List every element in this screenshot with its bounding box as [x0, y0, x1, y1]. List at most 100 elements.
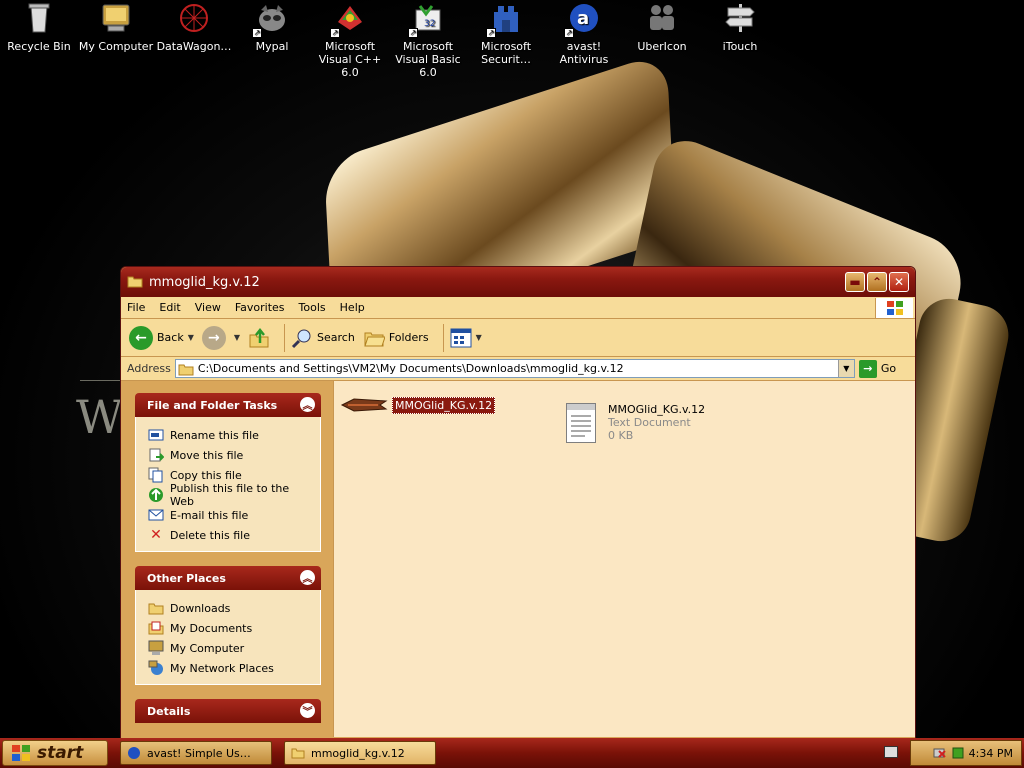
views-icon	[450, 328, 472, 347]
menu-file[interactable]: File	[127, 301, 145, 314]
chevron-down-icon[interactable]: ▼	[476, 333, 482, 342]
file-item-text-document[interactable]: MMOGlid_KG.v.12 Text Document 0 KB	[566, 403, 705, 443]
chevron-down-icon: ▼	[843, 364, 850, 373]
visual-basic-icon: 32 ↗	[408, 2, 444, 38]
go-arrow-icon: →	[858, 359, 877, 378]
start-button[interactable]: start	[2, 740, 108, 766]
taskbar-item-explorer[interactable]: mmoglid_kg.v.12	[284, 741, 436, 765]
text-document-icon	[566, 403, 596, 443]
search-icon	[291, 329, 311, 348]
folder-icon	[178, 364, 194, 375]
desktop-icon-mypal[interactable]: ↗ Mypal	[233, 2, 311, 53]
search-button[interactable]: Search	[291, 327, 355, 349]
my-computer-icon	[100, 2, 132, 34]
expand-chevron-icon[interactable]: ︾	[300, 703, 315, 718]
task-pane: File and Folder Tasks ︽ Rename this file…	[121, 381, 333, 737]
close-button[interactable]: ✕	[889, 272, 909, 292]
place-my-documents[interactable]: My Documents	[148, 618, 310, 638]
minimize-button[interactable]: ▬	[845, 272, 865, 292]
file-name: MMOGlid_KG.v.12	[608, 403, 706, 416]
desktop-icon-label: avast! Antivirus	[559, 40, 609, 66]
desktop-icon-label: Microsoft Visual C++ 6.0	[318, 40, 382, 79]
visual-cpp-icon: ↗	[330, 2, 366, 38]
desktop-icon-avast[interactable]: a ↗ avast! Antivirus	[545, 2, 623, 66]
back-button[interactable]: ← Back ▼	[129, 325, 194, 350]
desktop-icon-ms-security[interactable]: ↗ Microsoft Securit…	[467, 2, 545, 66]
menu-favorites[interactable]: Favorites	[235, 301, 285, 314]
desktop-icon-my-computer[interactable]: My Computer	[77, 2, 155, 53]
file-item-executable[interactable]: MMOGlid_KG.v.12	[340, 395, 496, 415]
task-move-file[interactable]: Move this file	[148, 445, 310, 465]
address-label: Address	[127, 362, 171, 375]
folders-button[interactable]: Folders	[363, 327, 429, 349]
menu-view[interactable]: View	[195, 301, 221, 314]
copy-icon	[148, 467, 164, 483]
panel-header[interactable]: Other Places ︽	[135, 566, 321, 590]
address-value: C:\Documents and Settings\VM2\My Documen…	[197, 362, 624, 375]
ubericon-icon	[646, 2, 678, 34]
folders-icon	[364, 332, 385, 346]
desktop-icon-label: Recycle Bin	[7, 40, 71, 53]
my-computer-icon	[148, 640, 164, 656]
datawagon-icon	[178, 2, 210, 34]
place-my-computer[interactable]: My Computer	[148, 638, 310, 658]
toolbar-separator	[442, 323, 444, 352]
toolbar-separator	[284, 323, 286, 352]
desktop-icon-label: UberIcon	[637, 40, 687, 53]
menu-tools[interactable]: Tools	[299, 301, 326, 314]
task-delete-file[interactable]: ✕ Delete this file	[148, 525, 310, 545]
up-folder-button[interactable]	[248, 327, 270, 349]
place-downloads[interactable]: Downloads	[148, 598, 310, 618]
collapse-chevron-icon[interactable]: ︽	[300, 397, 315, 412]
maximize-button[interactable]: ⌃	[867, 272, 887, 292]
menu-bar: File Edit View Favorites Tools Help	[121, 297, 915, 319]
task-publish-web[interactable]: Publish this file to the Web	[148, 482, 310, 508]
keyboard-icon[interactable]	[884, 746, 898, 758]
search-label: Search	[317, 331, 355, 344]
desktop-icon-visual-basic[interactable]: 32 ↗ Microsoft Visual Basic 6.0	[389, 2, 467, 79]
network-places-icon	[148, 660, 164, 676]
maximize-icon: ⌃	[871, 275, 883, 289]
views-button[interactable]: ▼	[450, 328, 482, 348]
desktop-icon-datawagon[interactable]: DataWagon…	[155, 2, 233, 53]
security-tray-icon[interactable]	[951, 746, 965, 760]
panel-header[interactable]: File and Folder Tasks ︽	[135, 393, 321, 417]
desktop-icon-recycle-bin[interactable]: Recycle Bin	[0, 2, 78, 53]
panel-header[interactable]: Details ︾	[135, 699, 321, 723]
windows-logo-icon	[12, 745, 30, 761]
desktop-icon-label: My Computer	[78, 40, 154, 53]
clock[interactable]: 4:34 PM	[969, 747, 1013, 760]
start-label: start	[37, 743, 84, 763]
other-places-panel: Other Places ︽ Downloads My Documents My…	[135, 566, 321, 685]
go-label: Go	[880, 362, 897, 375]
panel-title: Other Places	[147, 571, 226, 585]
place-network-places[interactable]: My Network Places	[148, 658, 310, 678]
task-rename-file[interactable]: Rename this file	[148, 425, 310, 445]
desktop-icon-ubericon[interactable]: UberIcon	[623, 2, 701, 53]
menu-edit[interactable]: Edit	[159, 301, 180, 314]
desktop-icon-itouch[interactable]: iTouch	[701, 2, 779, 53]
forward-arrow-icon: →	[201, 325, 226, 350]
exe-file-icon	[340, 398, 388, 412]
panel-title: File and Folder Tasks	[147, 398, 278, 412]
taskbar-item-avast[interactable]: avast! Simple Us…	[120, 741, 272, 765]
desktop-icon-label: Microsoft Visual Basic 6.0	[395, 40, 461, 79]
file-folder-tasks-panel: File and Folder Tasks ︽ Rename this file…	[135, 393, 321, 552]
address-dropdown-button[interactable]: ▼	[837, 360, 854, 377]
move-icon	[148, 447, 164, 463]
chevron-down-icon[interactable]: ▼	[188, 333, 194, 342]
go-button[interactable]: → Go	[858, 359, 897, 378]
folder-icon	[127, 274, 143, 291]
window-titlebar[interactable]: mmoglid_kg.v.12 ▬ ⌃ ✕	[121, 267, 915, 297]
address-input[interactable]: C:\Documents and Settings\VM2\My Documen…	[174, 359, 855, 378]
chevron-down-icon[interactable]: ▼	[234, 333, 240, 342]
forward-button[interactable]: → ▼	[201, 325, 240, 350]
desktop-icon-visual-cpp[interactable]: ↗ Microsoft Visual C++ 6.0	[311, 2, 389, 79]
avast-icon: a ↗	[564, 2, 600, 38]
task-email-file[interactable]: E-mail this file	[148, 505, 310, 525]
network-error-icon[interactable]	[933, 746, 947, 760]
collapse-chevron-icon[interactable]: ︽	[300, 570, 315, 585]
my-documents-icon	[148, 620, 164, 636]
minimize-icon: ▬	[849, 275, 861, 289]
menu-help[interactable]: Help	[340, 301, 365, 314]
